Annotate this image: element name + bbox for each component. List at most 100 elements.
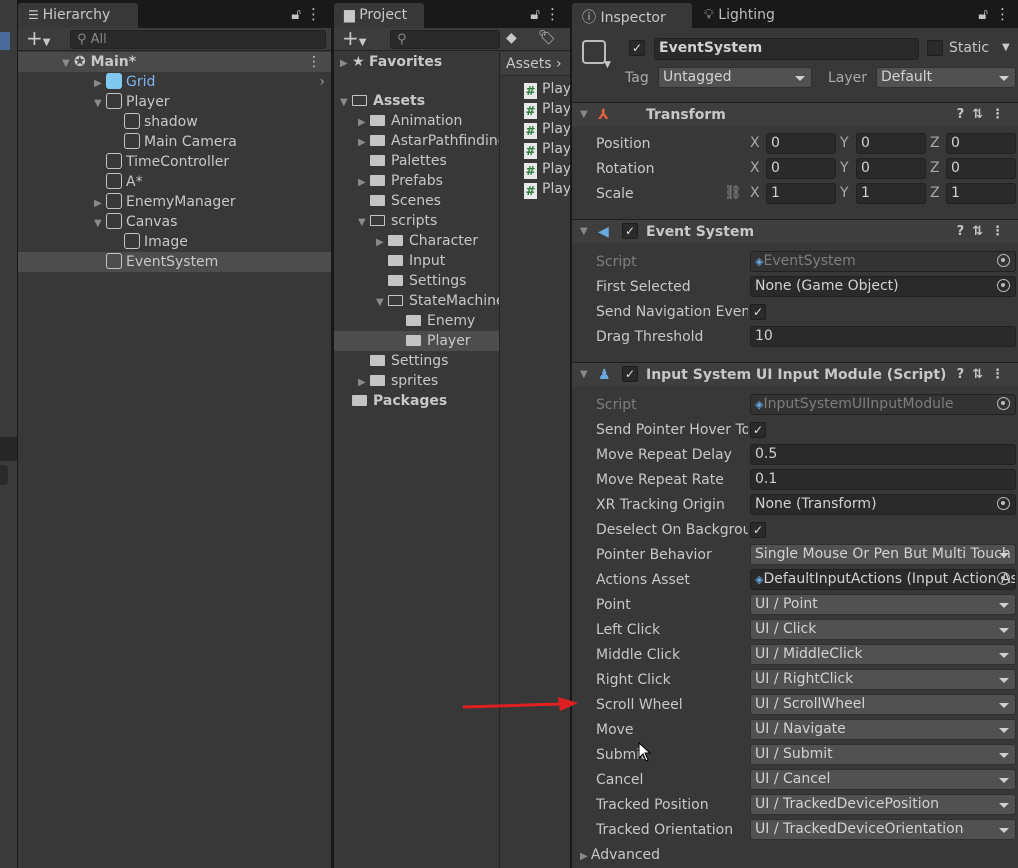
project-folder-item[interactable]: ▼ StateMachine [334,291,499,311]
advanced-foldout[interactable]: ▶ Advanced [580,844,660,866]
project-folder-item[interactable]: Packages [334,391,499,411]
input-module-move-dropdown[interactable]: UI / Navigate [750,719,1016,740]
project-folder-item[interactable]: ▶ Character [334,231,499,251]
input-module-right-click-dropdown[interactable]: UI / RightClick [750,669,1016,690]
hierarchy-item[interactable]: Image [18,232,331,252]
project-folder-item[interactable]: ▶ Prefabs [334,171,499,191]
project-folder-item[interactable]: Settings [334,271,499,291]
static-dropdown-arrow[interactable]: ▼ [1002,42,1010,53]
tab-inspector[interactable]: ⓘ Inspector [572,3,692,28]
input-module-middle-click-dropdown[interactable]: UI / MiddleClick [750,644,1016,665]
project-breadcrumb[interactable]: Assets › [501,52,570,76]
chevron-right-icon[interactable]: › [319,72,325,92]
input-module-deselect-on-background-click-checkbox[interactable]: ✓ [750,522,766,538]
foldout-arrow[interactable]: ▶ [340,54,352,72]
component-header-icons[interactable]: ?⇅⋮ [957,220,1012,244]
script-file-item[interactable]: # Play [524,179,570,199]
hierarchy-item[interactable]: ▼ ✪ Main* ⋮ [18,52,331,72]
tab-project[interactable]: ▆ Project [334,3,424,28]
script-file-item[interactable]: # Play [524,159,570,179]
event-system-drag-threshold-field[interactable]: 10 [750,326,1016,347]
hierarchy-item[interactable]: ▶ Grid › [18,72,331,92]
project-folder-item[interactable]: Scenes [334,191,499,211]
hierarchy-item[interactable]: ▼ Player [18,92,331,112]
more-menu-icon[interactable]: ⋮ [306,5,321,23]
input-module-cancel-dropdown[interactable]: UI / Cancel [750,769,1016,790]
hierarchy-search-input[interactable]: ⚲ All [70,30,326,49]
hierarchy-item[interactable]: shadow [18,112,331,132]
foldout-arrow[interactable]: ▶ [358,133,370,151]
foldout-arrow[interactable]: ▼ [376,293,388,311]
project-folder-item[interactable]: ▼ Assets [334,91,499,111]
project-folder-item[interactable]: Settings [334,351,499,371]
script-file-item[interactable]: # Play [524,79,570,99]
project-folder-item[interactable]: ▼ scripts [334,211,499,231]
input-module-send-pointer-hover-to-parent-checkbox[interactable]: ✓ [750,422,766,438]
script-file-item[interactable]: # Play [524,119,570,139]
transform-position-y-input[interactable]: 0 [856,133,926,154]
static-checkbox[interactable] [927,40,943,56]
component-header-icons[interactable]: ?⇅⋮ [957,103,1012,127]
object-picker-icon[interactable] [997,572,1010,585]
foldout-arrow[interactable]: ▼ [580,220,588,244]
input-module-pointer-behavior-dropdown[interactable]: Single Mouse Or Pen But Multi Touch And … [750,544,1016,565]
tab-lighting[interactable]: 💡︎ Lighting [694,3,804,28]
transform-position-z-input[interactable]: 0 [946,133,1016,154]
foldout-arrow[interactable]: ▼ [358,213,370,231]
input-module-header[interactable]: ▼ ♟ ✓ Input System UI Input Module (Scri… [572,362,1018,386]
input-module-scroll-wheel-dropdown[interactable]: UI / ScrollWheel [750,694,1016,715]
input-module-actions-asset-field[interactable]: ◈DefaultInputActions (Input Action Asset… [750,569,1016,590]
input-module-move-repeat-rate-field[interactable]: 0.1 [750,469,1016,490]
transform-rotation-x-input[interactable]: 0 [766,158,836,179]
input-module-point-dropdown[interactable]: UI / Point [750,594,1016,615]
project-folder-item[interactable]: Enemy [334,311,499,331]
more-menu-icon[interactable]: ⋮ [307,52,321,72]
constrain-proportions-icon[interactable]: ⛓ [724,185,742,201]
foldout-arrow[interactable]: ▶ [358,113,370,131]
input-module-tracked-position-dropdown[interactable]: UI / TrackedDevicePosition [750,794,1016,815]
foldout-arrow[interactable]: ▶ [358,373,370,391]
component-header-icons[interactable]: ?⇅⋮ [957,363,1012,387]
input-module-tracked-orientation-dropdown[interactable]: UI / TrackedDeviceOrientation [750,819,1016,840]
transform-scale-z-input[interactable]: 1 [946,183,1016,204]
transform-scale-y-input[interactable]: 1 [856,183,926,204]
event-system-header[interactable]: ▼ ◀ ✓ Event System ?⇅⋮ [572,219,1018,243]
project-search-input[interactable]: ⚲ [390,30,500,49]
object-picker-icon[interactable] [997,254,1010,267]
component-enabled-checkbox[interactable]: ✓ [622,366,638,382]
tab-hierarchy[interactable]: ☰ Hierarchy [18,3,138,28]
foldout-arrow[interactable]: ▼ [62,54,74,72]
project-folder-item[interactable]: ▶ sprites [334,371,499,391]
create-button[interactable]: +▼ [342,26,366,50]
lock-icon[interactable]: 🔓︎ [530,5,540,23]
project-folder-item[interactable]: ▶ Animation [334,111,499,131]
foldout-arrow[interactable]: ▼ [580,103,588,127]
object-picker-icon[interactable] [997,279,1010,292]
transform-position-x-input[interactable]: 0 [766,133,836,154]
event-system-first-selected-field[interactable]: None (Game Object) [750,276,1016,297]
left-panel-dropdown[interactable] [0,32,10,50]
lock-icon[interactable]: 🔓︎ [291,5,301,23]
left-panel-field[interactable] [0,465,8,485]
project-folder-item[interactable]: ▶ AstarPathfinding [334,131,499,151]
icon-dropdown-arrow[interactable]: ▼ [604,60,611,70]
gameobject-icon[interactable] [582,40,606,64]
script-file-item[interactable]: # Play [524,99,570,119]
transform-rotation-z-input[interactable]: 0 [946,158,1016,179]
active-checkbox[interactable]: ✓ [629,40,645,56]
foldout-arrow[interactable]: ▶ [376,233,388,251]
hierarchy-item[interactable]: ▼ Canvas [18,212,331,232]
project-folder-item[interactable]: Player [334,331,499,351]
more-menu-icon[interactable]: ⋮ [995,5,1010,23]
hierarchy-item[interactable]: Main Camera [18,132,331,152]
foldout-arrow[interactable]: ▼ [94,94,106,112]
transform-scale-x-input[interactable]: 1 [766,183,836,204]
hierarchy-item[interactable]: A* [18,172,331,192]
transform-rotation-y-input[interactable]: 0 [856,158,926,179]
hierarchy-item[interactable]: ▶ EnemyManager [18,192,331,212]
more-menu-icon[interactable]: ⋮ [545,5,560,23]
hierarchy-item[interactable]: TimeController [18,152,331,172]
input-module-xr-tracking-origin-field[interactable]: None (Transform) [750,494,1016,515]
create-button[interactable]: +▼ [26,26,50,50]
object-picker-icon[interactable] [997,497,1010,510]
